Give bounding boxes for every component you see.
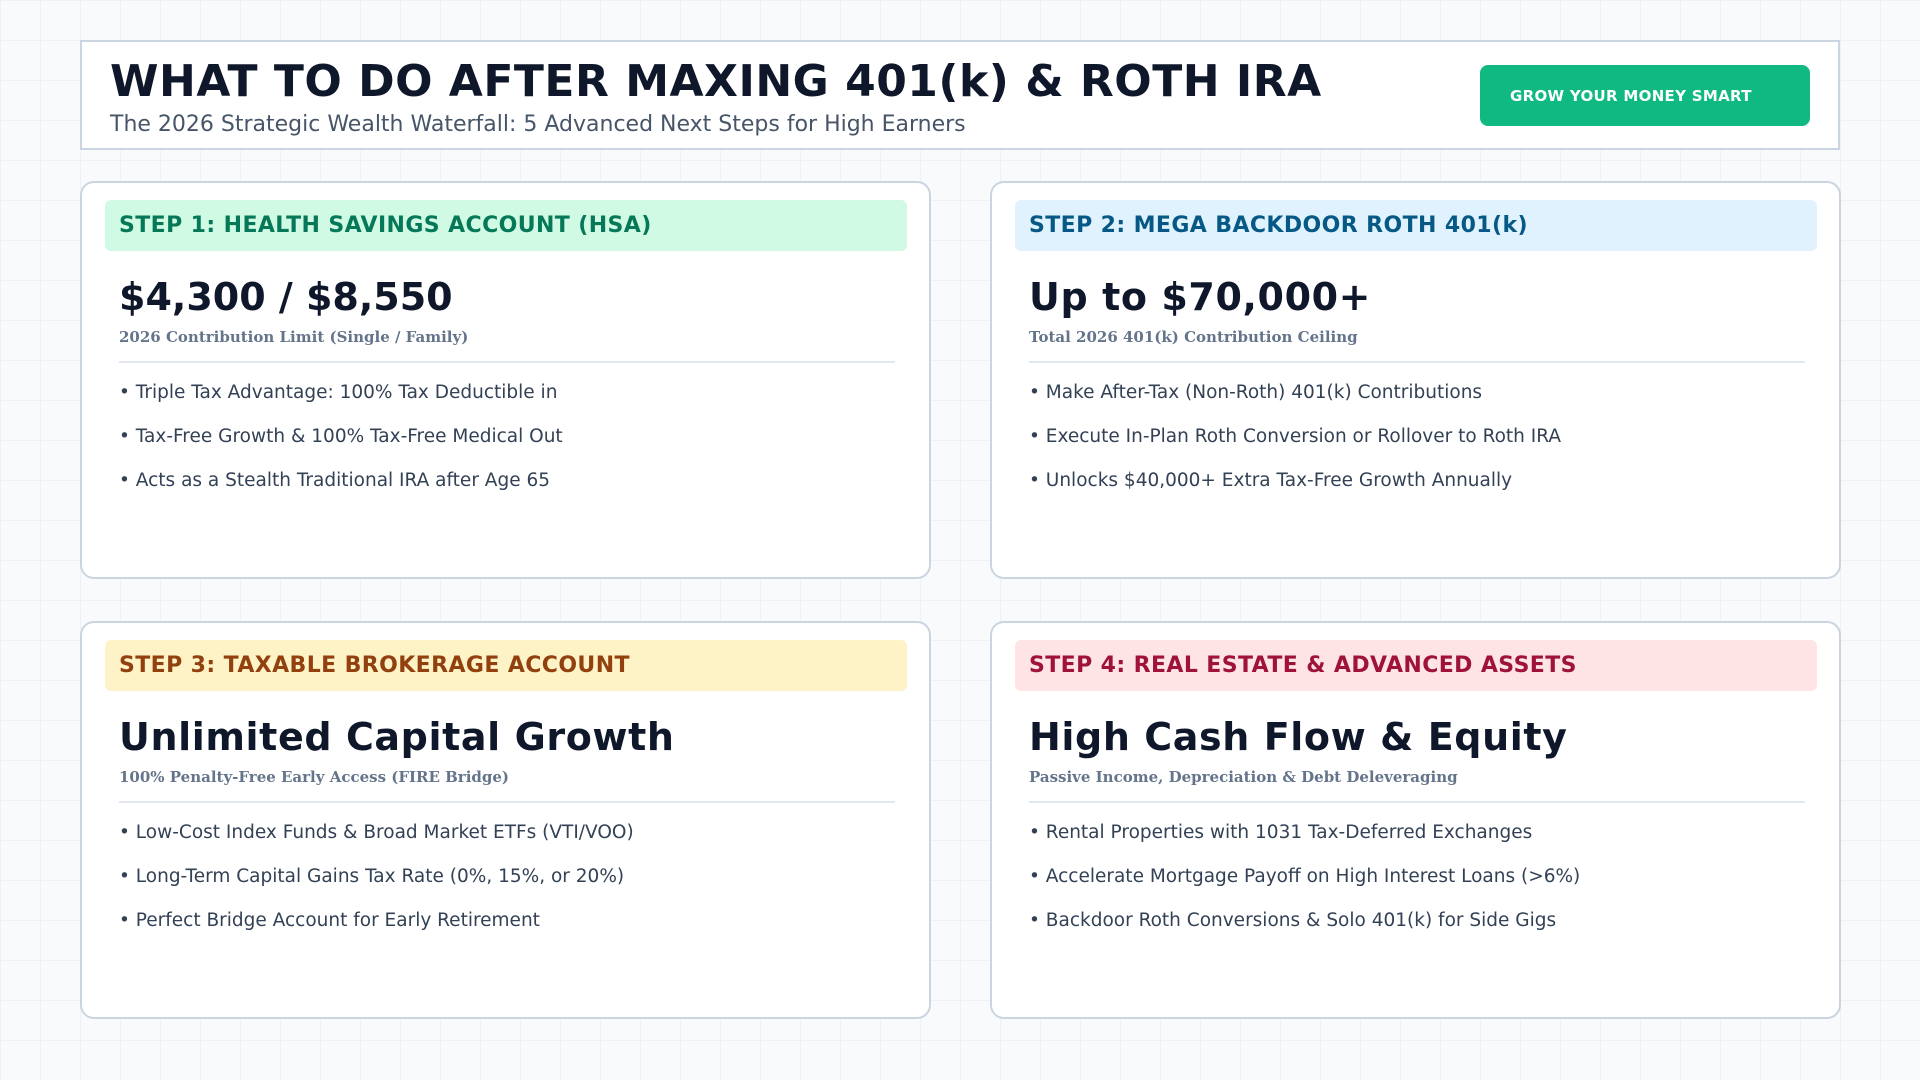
bullet-list: • Make After-Tax (Non-Roth) 401(k) Contr… <box>1029 379 1561 511</box>
page-header: WHAT TO DO AFTER MAXING 401(k) & ROTH IR… <box>80 40 1840 150</box>
bullet-item: • Long-Term Capital Gains Tax Rate (0%, … <box>119 866 625 887</box>
value-caption: Passive Income, Depreciation & Debt Dele… <box>1029 768 1458 786</box>
page-subtitle: The 2026 Strategic Wealth Waterfall: 5 A… <box>110 112 966 137</box>
step-card-real-estate: STEP 4: REAL ESTATE & ADVANCED ASSETS Hi… <box>990 621 1841 1019</box>
bullet-item: • Tax-Free Growth & 100% Tax-Free Medica… <box>119 426 563 447</box>
headline-value: $4,300 / $8,550 <box>119 275 453 319</box>
step-header: STEP 3: TAXABLE BROKERAGE ACCOUNT <box>105 640 907 691</box>
value-caption: 100% Penalty-Free Early Access (FIRE Bri… <box>119 768 510 786</box>
step-card-taxable-brokerage: STEP 3: TAXABLE BROKERAGE ACCOUNT Unlimi… <box>80 621 931 1019</box>
headline-value: Unlimited Capital Growth <box>119 715 675 759</box>
divider <box>1029 801 1805 803</box>
bullet-item: • Acts as a Stealth Traditional IRA afte… <box>119 470 551 491</box>
bullet-item: • Execute In-Plan Roth Conversion or Rol… <box>1029 426 1561 447</box>
bullet-item: • Perfect Bridge Account for Early Retir… <box>119 910 540 931</box>
step-card-mega-backdoor-roth: STEP 2: MEGA BACKDOOR ROTH 401(k) Up to … <box>990 181 1841 579</box>
bullet-item: • Low-Cost Index Funds & Broad Market ET… <box>119 822 634 843</box>
divider <box>1029 361 1805 363</box>
value-caption: Total 2026 401(k) Contribution Ceiling <box>1029 328 1358 346</box>
divider <box>119 801 895 803</box>
divider <box>119 361 895 363</box>
headline-value: Up to $70,000+ <box>1029 275 1372 319</box>
bullet-list: • Low-Cost Index Funds & Broad Market ET… <box>119 819 634 951</box>
bullet-item: • Make After-Tax (Non-Roth) 401(k) Contr… <box>1029 382 1483 403</box>
value-caption: 2026 Contribution Limit (Single / Family… <box>119 328 469 346</box>
headline-value: High Cash Flow & Equity <box>1029 715 1568 759</box>
bullet-item: • Rental Properties with 1031 Tax-Deferr… <box>1029 822 1533 843</box>
bullet-item: • Accelerate Mortgage Payoff on High Int… <box>1029 866 1581 887</box>
step-header: STEP 4: REAL ESTATE & ADVANCED ASSETS <box>1015 640 1817 691</box>
step-card-hsa: STEP 1: HEALTH SAVINGS ACCOUNT (HSA) $4,… <box>80 181 931 579</box>
bullet-list: • Rental Properties with 1031 Tax-Deferr… <box>1029 819 1580 951</box>
step-header: STEP 1: HEALTH SAVINGS ACCOUNT (HSA) <box>105 200 907 251</box>
step-header: STEP 2: MEGA BACKDOOR ROTH 401(k) <box>1015 200 1817 251</box>
bullet-item: • Unlocks $40,000+ Extra Tax-Free Growth… <box>1029 470 1513 491</box>
page-title: WHAT TO DO AFTER MAXING 401(k) & ROTH IR… <box>110 56 1322 107</box>
bullet-item: • Triple Tax Advantage: 100% Tax Deducti… <box>119 382 558 403</box>
grow-money-button[interactable]: GROW YOUR MONEY SMART <box>1480 65 1810 126</box>
bullet-list: • Triple Tax Advantage: 100% Tax Deducti… <box>119 379 563 511</box>
bullet-item: • Backdoor Roth Conversions & Solo 401(k… <box>1029 910 1557 931</box>
